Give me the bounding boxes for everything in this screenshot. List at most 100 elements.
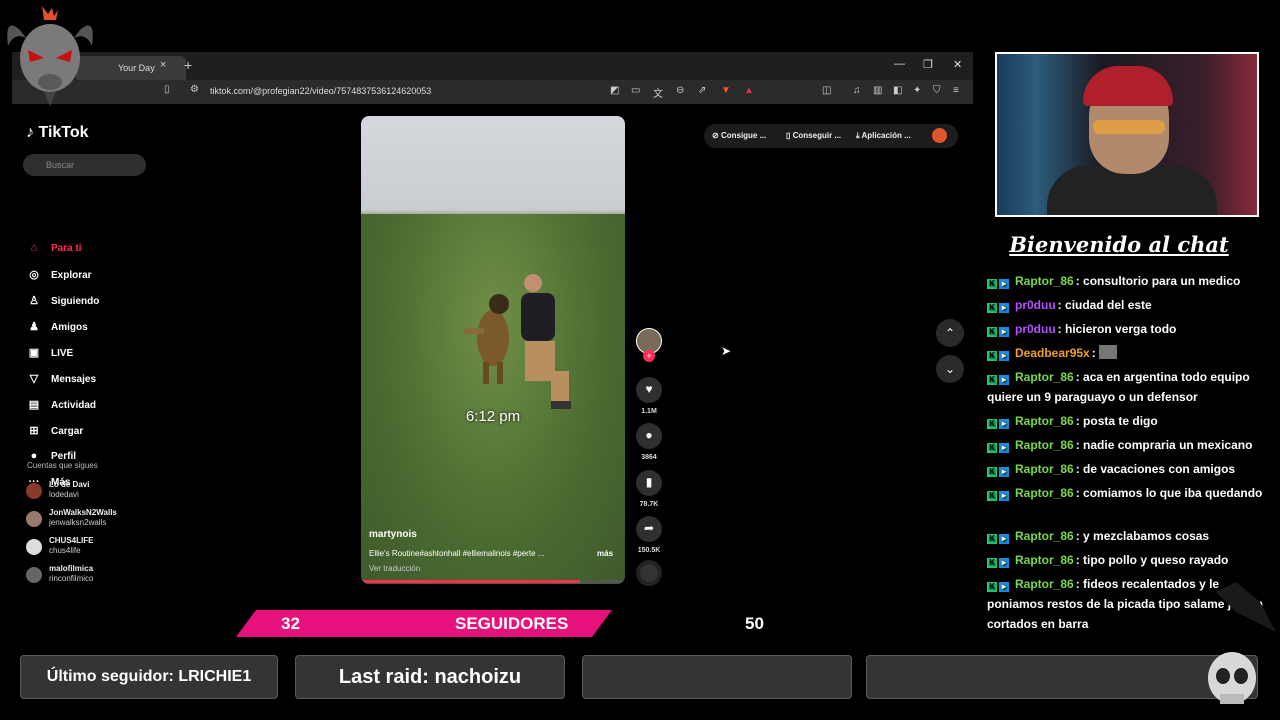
sidebar-item-actividad[interactable]: ▤ Actividad: [26, 398, 146, 416]
video-author[interactable]: martynois: [369, 529, 417, 540]
sidebar-item-para-ti[interactable]: ⌂ Para ti: [26, 242, 146, 260]
chat-username[interactable]: Raptor_86: [1015, 553, 1074, 567]
chat-message: K ▸ Raptor_86: tipo pollo y queso rayado: [987, 550, 1270, 570]
previous-video-button[interactable]: ⌃: [936, 319, 964, 347]
tiktok-logo[interactable]: ♪ TikTok: [26, 124, 89, 142]
last-raid-panel: Last raid: nachoizu: [295, 655, 565, 699]
chat-message: K ▸ pr0duu: hicieron verga todo: [987, 319, 1270, 339]
goal-current-count: 32: [281, 614, 300, 633]
restore-button[interactable]: ❐: [923, 58, 933, 71]
sidebar-item-label: Explorar: [51, 270, 92, 281]
chat-username[interactable]: Raptor_86: [1015, 274, 1074, 288]
share-icon[interactable]: ➦: [636, 516, 662, 542]
tab-close-icon[interactable]: ×: [160, 59, 166, 71]
video-player[interactable]: 6:12 pm martynois Ellie's Routine#ashton…: [361, 116, 625, 584]
reader-icon[interactable]: ◩: [610, 85, 619, 96]
chat-badges: K ▸: [987, 367, 1015, 387]
following-account[interactable]: CHUS4LIFE chus4life: [26, 536, 146, 560]
nav-icon: ⌂: [30, 242, 38, 254]
sidebar-icon[interactable]: ▥: [873, 85, 882, 96]
account-handle: lodedavi: [49, 490, 79, 499]
sub-badge-icon: ▸: [999, 327, 1009, 337]
following-account[interactable]: JonWalksN2Walls jenwalksn2walls: [26, 508, 146, 532]
like-icon[interactable]: ♥: [636, 377, 662, 403]
account-name: JonWalksN2Walls: [49, 508, 117, 517]
minimize-button[interactable]: —: [894, 58, 905, 70]
kick-badge-icon: K: [987, 534, 997, 544]
sidebar-item-siguiendo[interactable]: ♙ Siguiendo: [26, 294, 146, 312]
search-input[interactable]: Buscar: [23, 154, 146, 176]
chat-username[interactable]: pr0duu: [1015, 298, 1056, 312]
sub-badge-icon: ▸: [999, 419, 1009, 429]
chat-username[interactable]: Raptor_86: [1015, 414, 1074, 428]
nav-icon: ▤: [28, 399, 40, 411]
follow-plus-icon[interactable]: +: [643, 350, 655, 362]
chat-text: comiamos lo que iba quedando: [1083, 486, 1263, 500]
nav-icon: ▽: [29, 373, 39, 385]
music-disc-icon[interactable]: [636, 560, 662, 586]
comment-icon[interactable]: ●: [636, 423, 662, 449]
chat-username[interactable]: Raptor_86: [1015, 577, 1074, 591]
chat-message: K ▸ Raptor_86: comiamos lo que iba quedand…: [987, 483, 1270, 503]
save-icon[interactable]: ▮: [636, 470, 662, 496]
sidebar-item-label: Amigos: [51, 322, 88, 333]
chat-emote-icon: [1099, 345, 1118, 359]
url-field[interactable]: tiktok.com/@profegian22/video/7574837536…: [162, 83, 612, 101]
rewards-icon[interactable]: ▲: [744, 85, 754, 96]
nav-icon: ▣: [28, 347, 40, 359]
zoom-icon[interactable]: ⊖: [676, 85, 684, 96]
sidebar-item-explorar[interactable]: ◎ Explorar: [26, 268, 146, 286]
chat-separator: :: [1075, 370, 1084, 384]
sidebar-item-mensajes[interactable]: ▽ Mensajes: [26, 372, 146, 390]
following-account[interactable]: Lo de Davi lodedavi: [26, 480, 146, 504]
chat-text: nadie compraria un mexicano: [1083, 438, 1253, 452]
sidebar-item-cargar[interactable]: ⊞ Cargar: [26, 424, 146, 442]
leo-icon[interactable]: ✦: [913, 85, 921, 96]
chat-separator: :: [1075, 577, 1084, 591]
screenshot-icon[interactable]: ◫: [822, 85, 831, 96]
wallet-icon[interactable]: ◧: [893, 85, 902, 96]
desktop-app-button[interactable]: ⤓ Aplicación ...: [856, 131, 911, 141]
kick-badge-icon: K: [987, 582, 997, 592]
chat-badges: K ▸: [987, 526, 1015, 546]
get-app-button[interactable]: ▯ Conseguir ...: [786, 131, 841, 140]
vpn-icon[interactable]: ⛉: [933, 85, 941, 96]
chat-username[interactable]: Raptor_86: [1015, 438, 1074, 452]
chat-username[interactable]: Raptor_86: [1015, 370, 1074, 384]
chat-username[interactable]: Raptor_86: [1015, 529, 1074, 543]
last-follower-panel: Último seguidor: LRICHIE1: [20, 655, 278, 699]
avatar: [26, 483, 42, 499]
brave-shield-icon[interactable]: ▼: [721, 85, 731, 96]
kick-badge-icon: K: [987, 279, 997, 289]
chat-separator: :: [1075, 486, 1084, 500]
next-video-button[interactable]: ⌄: [936, 355, 964, 383]
kick-badge-icon: K: [987, 351, 997, 361]
chat-text: ciudad del este: [1065, 298, 1152, 312]
tiktok-note-icon: ♪: [26, 124, 39, 141]
get-coins-button[interactable]: ⊘ Consigue ...: [712, 131, 766, 140]
translate-link[interactable]: Ver traducción: [369, 564, 420, 573]
chat-username[interactable]: Deadbear95x: [1015, 346, 1090, 360]
sub-badge-icon: ▸: [999, 467, 1009, 477]
chat-text: de vacaciones con amigos: [1083, 462, 1236, 476]
sidebar-item-live[interactable]: ▣ LIVE: [26, 346, 146, 364]
new-tab-button[interactable]: +: [184, 57, 192, 73]
sub-badge-icon: ▸: [999, 303, 1009, 313]
chat-username[interactable]: Raptor_86: [1015, 486, 1074, 500]
screen-icon[interactable]: ▭: [631, 85, 640, 96]
tiktok-top-bar: ⊘ Consigue ... ▯ Conseguir ... ⤓ Aplicac…: [704, 124, 958, 148]
video-progress-bar[interactable]: [361, 580, 625, 583]
share-page-icon[interactable]: ⇗: [698, 85, 706, 96]
chat-separator: :: [1075, 529, 1084, 543]
close-window-button[interactable]: ✕: [953, 58, 962, 71]
save-action: ▮ 78.7K: [636, 470, 662, 508]
chat-username[interactable]: Raptor_86: [1015, 462, 1074, 476]
chat-username[interactable]: pr0duu: [1015, 322, 1056, 336]
music-icon[interactable]: ♫: [853, 85, 861, 96]
translate-icon[interactable]: 文: [653, 85, 663, 100]
menu-icon[interactable]: ≡: [953, 85, 959, 96]
caption-more-link[interactable]: más: [597, 549, 613, 558]
profile-avatar-icon[interactable]: [932, 128, 947, 143]
following-account[interactable]: malofilmica rinconfilmico: [26, 564, 146, 588]
sidebar-item-amigos[interactable]: ♟ Amigos: [26, 320, 146, 338]
